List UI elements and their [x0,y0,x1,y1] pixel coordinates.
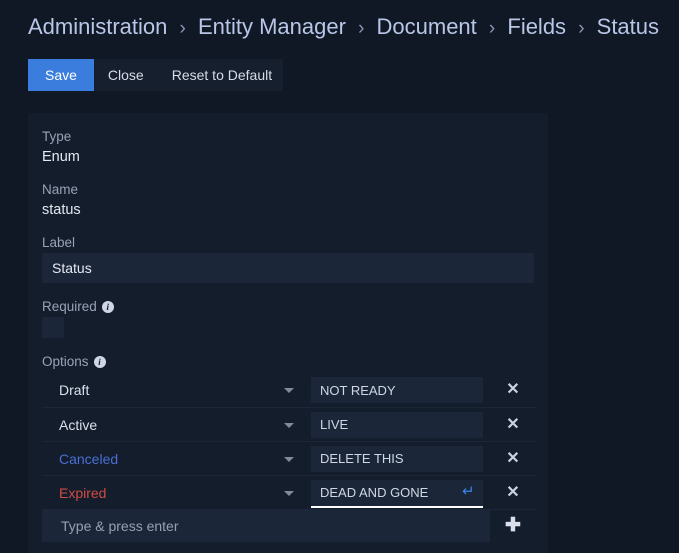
field-editor-panel: Type Enum Name status Label Required i O… [28,113,548,553]
option-name-label: Expired [59,484,107,501]
option-delete-button[interactable]: ✕ [490,442,536,476]
close-icon: ✕ [506,449,520,467]
option-value-input-wrapper [311,445,483,472]
add-option-button[interactable]: ✚ [490,510,536,542]
options-label: Options i [42,352,534,371]
close-icon: ✕ [506,381,520,398]
option-value-cell [304,445,490,472]
option-value-cell [304,411,490,438]
type-label: Type [42,127,534,146]
options-row: Active ✕ [42,407,536,441]
name-value: status [42,202,81,218]
close-icon: ✕ [506,415,520,433]
option-delete-button[interactable]: ✕ [490,476,536,510]
breadcrumb-separator: › [488,18,496,39]
breadcrumb-item-document[interactable]: Document [377,14,477,39]
option-delete-button[interactable]: ✕ [490,373,536,407]
option-value-cell [304,377,490,403]
option-name-label: Canceled [59,450,119,467]
chevron-down-icon [284,490,294,496]
option-name-select[interactable]: Canceled [42,442,304,476]
breadcrumb-separator: › [578,18,585,39]
breadcrumb-separator: › [179,18,186,39]
breadcrumb: Administration › Entity Manager › Docume… [0,0,679,45]
breadcrumb-item-fields[interactable]: Fields [507,14,566,39]
new-option-row: ✚ [42,509,536,542]
option-value-input-wrapper [311,377,483,403]
name-label: Name [42,180,534,199]
reset-to-default-button[interactable]: Reset to Default [158,59,286,91]
option-name-select[interactable]: Expired [42,476,304,510]
required-checkbox[interactable] [42,317,64,338]
info-icon: i [101,300,114,313]
breadcrumb-item-status[interactable]: Status [597,14,659,39]
label-label-text: Label [42,235,76,250]
option-value-input[interactable] [311,411,483,438]
option-name-select[interactable]: Active [42,408,304,442]
option-name-select[interactable]: Draft [42,373,304,407]
required-label-text: Required [42,299,97,314]
option-value-cell: ↵ [304,479,490,508]
label-label: Label [42,233,534,252]
option-value-input-wrapper [311,411,483,438]
new-option-cell [42,509,490,542]
option-value-input[interactable] [311,377,483,403]
options-row: Expired ↵ ✕ [42,475,536,509]
toolbar: Save Close Reset to Default [28,59,283,91]
new-option-input[interactable] [59,516,490,535]
breadcrumb-item-administration[interactable]: Administration [28,14,167,39]
plus-icon: ✚ [505,515,521,536]
option-delete-button[interactable]: ✕ [490,408,536,442]
label-input[interactable] [42,253,534,283]
type-value: Enum [42,149,80,165]
option-name-label: Active [59,416,98,433]
required-label: Required i [42,297,534,316]
chevron-down-icon [284,422,294,428]
options-row: Canceled ✕ [42,441,536,475]
option-name-label: Draft [59,382,90,398]
chevron-down-icon [284,388,294,393]
options-table: Draft ✕ Active ✕ Canceled ✕ Expired ↵ ✕ ✚ [42,373,536,542]
breadcrumb-item-entity-manager[interactable]: Entity Manager [198,14,346,39]
close-icon: ✕ [506,483,520,501]
info-icon: i [93,355,106,368]
option-value-input[interactable] [311,479,483,506]
save-button[interactable]: Save [28,59,94,91]
breadcrumb-separator: › [358,18,365,39]
options-row: Draft ✕ [42,373,536,407]
name-label-text: Name [42,182,79,197]
chevron-down-icon [284,456,294,462]
option-value-input[interactable] [311,445,483,472]
options-label-text: Options [42,354,89,369]
type-label-text: Type [42,129,72,144]
option-value-input-wrapper: ↵ [311,479,483,508]
close-button[interactable]: Close [94,59,158,91]
